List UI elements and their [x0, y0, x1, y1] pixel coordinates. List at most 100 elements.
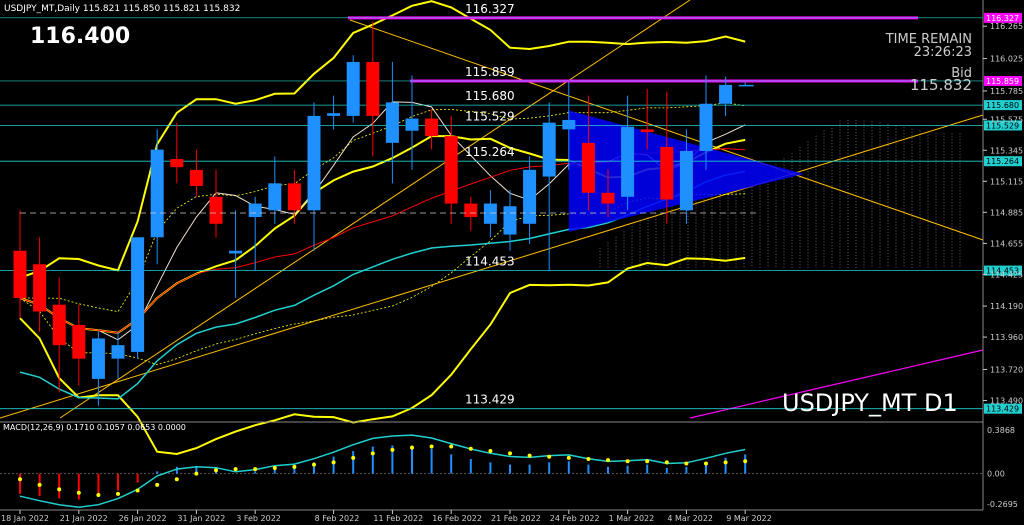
- date-tick-label: 9 Mar 2022: [726, 514, 772, 523]
- level-label-116.327: 116.327: [465, 2, 515, 16]
- candle-body[interactable]: [91, 338, 105, 379]
- level-tag-text: 115.859: [986, 77, 1019, 86]
- candle-body[interactable]: [131, 237, 145, 352]
- candle-body[interactable]: [366, 61, 380, 116]
- date-tick-label: 3 Feb 2022: [236, 514, 281, 523]
- level-label-115.680: 115.680: [465, 89, 515, 103]
- macd-signal-dot: [292, 464, 297, 469]
- trading-chart[interactable]: 116.327116.327115.859115.859115.680115.6…: [0, 0, 1024, 525]
- price-tick-label: 114.885: [990, 208, 1023, 217]
- date-tick-label: 31 Jan 2022: [177, 514, 225, 523]
- macd-signal-dot: [645, 459, 650, 464]
- candle-body[interactable]: [307, 115, 321, 211]
- candle-body[interactable]: [268, 183, 282, 211]
- macd-signal-dot: [508, 451, 512, 456]
- candle-body[interactable]: [248, 203, 262, 218]
- time-remain-value: 23:26:23: [914, 45, 972, 60]
- candle-body[interactable]: [503, 206, 517, 235]
- macd-signal-dot: [214, 468, 218, 473]
- candle-body[interactable]: [287, 183, 301, 211]
- macd-signal-dot: [664, 460, 669, 465]
- macd-signal-dot: [684, 461, 689, 466]
- date-tick-label: 1 Mar 2022: [609, 514, 655, 523]
- candle-body[interactable]: [483, 203, 497, 224]
- date-tick-label: 21 Feb 2022: [491, 514, 541, 523]
- macd-signal-dot: [488, 449, 493, 454]
- macd-signal-dot: [723, 460, 728, 465]
- macd-signal-dot: [449, 444, 454, 449]
- candle-body[interactable]: [33, 264, 47, 312]
- candle-body[interactable]: [13, 250, 27, 298]
- price-tick-label: 114.655: [990, 239, 1023, 248]
- candle-body[interactable]: [464, 203, 478, 218]
- candle-body[interactable]: [150, 149, 164, 238]
- candle-body[interactable]: [444, 136, 458, 204]
- date-tick-label: 24 Feb 2022: [550, 514, 600, 523]
- macd-signal-dot: [174, 477, 179, 482]
- candle-body[interactable]: [52, 304, 66, 346]
- date-tick-label: 18 Jan 2022: [1, 514, 49, 523]
- macd-signal-dot: [233, 467, 238, 472]
- level-label-115.859: 115.859: [465, 65, 515, 79]
- price-tick-label: 115.785: [990, 87, 1023, 96]
- macd-signal-dot: [586, 456, 591, 461]
- candle-body[interactable]: [327, 113, 341, 116]
- macd-signal-dot: [606, 458, 610, 463]
- current-price-big: 116.400: [30, 24, 130, 49]
- macd-signal-dot: [135, 488, 140, 493]
- candle-body[interactable]: [229, 250, 243, 254]
- date-tick-label: 4 Mar 2022: [667, 514, 713, 523]
- candle-body[interactable]: [405, 118, 419, 131]
- candle-body[interactable]: [72, 324, 86, 359]
- macd-axis-label: -0.2695: [987, 500, 1018, 509]
- price-tick-label: 113.490: [990, 396, 1023, 405]
- candle-body[interactable]: [660, 146, 674, 200]
- macd-signal-dot: [116, 491, 120, 496]
- candle-body[interactable]: [719, 84, 733, 104]
- macd-axis-label: 0.3868: [987, 426, 1015, 435]
- macd-signal-dot: [331, 460, 336, 465]
- candle-body[interactable]: [640, 129, 654, 133]
- macd-signal-dot: [468, 446, 473, 451]
- candle-body[interactable]: [346, 61, 360, 116]
- macd-signal-dot: [429, 444, 434, 449]
- macd-signal-dot: [547, 454, 552, 459]
- price-tick-label: 113.960: [990, 333, 1023, 342]
- macd-signal-dot: [18, 477, 22, 482]
- level-label-115.264: 115.264: [465, 145, 515, 159]
- macd-signal-dot: [194, 471, 199, 476]
- macd-signal-dot: [527, 453, 532, 458]
- candle-body[interactable]: [170, 159, 184, 168]
- macd-axis-label: 0.00: [987, 470, 1005, 479]
- candle-body[interactable]: [581, 142, 595, 193]
- price-tick-label: 116.025: [990, 55, 1023, 64]
- candle-body[interactable]: [699, 103, 713, 151]
- macd-label: MACD(12,26,9) 0.1710 0.1057 0.0653 0.000…: [3, 423, 186, 432]
- symbol-info: USDJPY_MT,Daily 115.821 115.850 115.821 …: [4, 4, 240, 14]
- candle-body[interactable]: [425, 118, 439, 137]
- level-label-113.429: 113.429: [465, 393, 515, 407]
- level-label-115.529: 115.529: [465, 109, 515, 123]
- price-tick-label: 115.115: [990, 177, 1023, 186]
- price-tick-label: 114.190: [990, 302, 1023, 311]
- macd-signal-dot: [410, 445, 414, 450]
- date-tick-label: 16 Feb 2022: [432, 514, 482, 523]
- macd-signal-dot: [566, 455, 571, 460]
- candle-body[interactable]: [601, 192, 615, 204]
- candle-body[interactable]: [209, 196, 223, 224]
- candle-body[interactable]: [738, 84, 754, 87]
- date-tick-label: 11 Feb 2022: [373, 514, 423, 523]
- candle-body[interactable]: [542, 122, 556, 177]
- candle-body[interactable]: [562, 119, 576, 130]
- candle-body[interactable]: [679, 150, 693, 211]
- candle-body[interactable]: [189, 169, 203, 187]
- macd-signal-dot: [390, 447, 395, 452]
- candle-body[interactable]: [111, 345, 125, 359]
- macd-signal-dot: [76, 490, 81, 495]
- candle-body[interactable]: [385, 102, 399, 143]
- level-tag-text: 115.680: [986, 101, 1019, 110]
- price-tick-label: 115.575: [990, 115, 1023, 124]
- macd-signal-dot: [37, 482, 42, 487]
- candle-body[interactable]: [523, 169, 537, 224]
- candle-body[interactable]: [621, 126, 635, 197]
